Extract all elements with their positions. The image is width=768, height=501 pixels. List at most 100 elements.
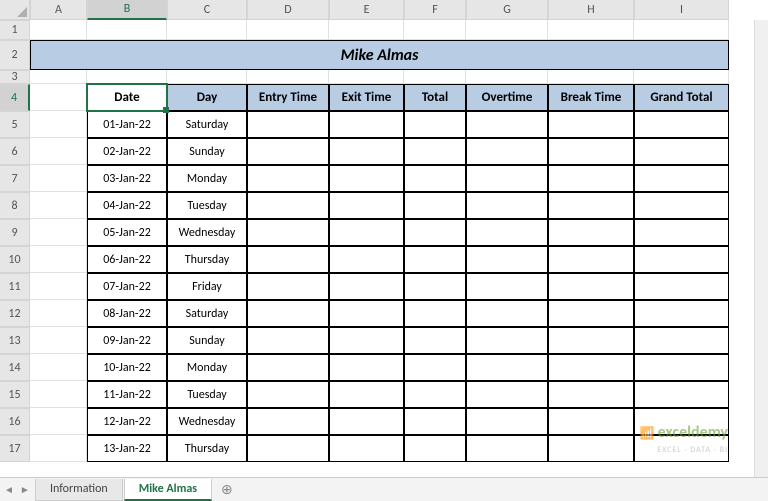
data-cell-H15[interactable]: [548, 381, 634, 408]
data-cell-E9[interactable]: [329, 219, 404, 246]
cell-A12[interactable]: [30, 300, 87, 327]
data-cell-H13[interactable]: [548, 327, 634, 354]
data-cell-F14[interactable]: [404, 354, 466, 381]
data-cell-E17[interactable]: [329, 435, 404, 462]
cell-C1[interactable]: [167, 20, 247, 40]
cell-G3[interactable]: [466, 70, 548, 84]
row-header-9[interactable]: 9: [0, 219, 30, 246]
cell-G1[interactable]: [466, 20, 548, 40]
data-cell-D16[interactable]: [247, 408, 329, 435]
day-cell-9[interactable]: Wednesday: [167, 219, 247, 246]
col-header-D[interactable]: D: [247, 0, 329, 20]
row-header-14[interactable]: 14: [0, 354, 30, 381]
data-cell-G11[interactable]: [466, 273, 548, 300]
data-cell-H7[interactable]: [548, 165, 634, 192]
day-cell-7[interactable]: Monday: [167, 165, 247, 192]
data-cell-H9[interactable]: [548, 219, 634, 246]
spreadsheet-grid[interactable]: ABCDEFGHI12Mike Almas34DateDayEntry Time…: [0, 0, 768, 462]
data-cell-D15[interactable]: [247, 381, 329, 408]
row-header-5[interactable]: 5: [0, 111, 30, 138]
col-header-B[interactable]: B: [87, 0, 167, 20]
row-header-10[interactable]: 10: [0, 246, 30, 273]
data-cell-H5[interactable]: [548, 111, 634, 138]
date-cell-6[interactable]: 02-Jan-22: [87, 138, 167, 165]
cell-A17[interactable]: [30, 435, 87, 462]
data-cell-D6[interactable]: [247, 138, 329, 165]
header-break-time[interactable]: Break Time: [548, 84, 634, 111]
data-cell-F11[interactable]: [404, 273, 466, 300]
cell-A13[interactable]: [30, 327, 87, 354]
row-header-7[interactable]: 7: [0, 165, 30, 192]
data-cell-G6[interactable]: [466, 138, 548, 165]
cell-E3[interactable]: [329, 70, 404, 84]
day-cell-12[interactable]: Saturday: [167, 300, 247, 327]
col-header-F[interactable]: F: [404, 0, 466, 20]
select-all-corner[interactable]: [0, 0, 30, 20]
cell-E1[interactable]: [329, 20, 404, 40]
date-cell-10[interactable]: 06-Jan-22: [87, 246, 167, 273]
cell-A5[interactable]: [30, 111, 87, 138]
data-cell-E16[interactable]: [329, 408, 404, 435]
data-cell-D11[interactable]: [247, 273, 329, 300]
add-sheet-button[interactable]: ⊕: [213, 478, 241, 501]
header-entry-time[interactable]: Entry Time: [247, 84, 329, 111]
data-cell-G15[interactable]: [466, 381, 548, 408]
data-cell-G13[interactable]: [466, 327, 548, 354]
data-cell-H14[interactable]: [548, 354, 634, 381]
data-cell-D12[interactable]: [247, 300, 329, 327]
row-header-6[interactable]: 6: [0, 138, 30, 165]
day-cell-14[interactable]: Monday: [167, 354, 247, 381]
day-cell-10[interactable]: Thursday: [167, 246, 247, 273]
data-cell-G8[interactable]: [466, 192, 548, 219]
data-cell-E8[interactable]: [329, 192, 404, 219]
vertical-scrollbar[interactable]: [754, 20, 768, 477]
col-header-C[interactable]: C: [167, 0, 247, 20]
sheet-tab-information[interactable]: Information: [35, 479, 123, 501]
data-cell-E13[interactable]: [329, 327, 404, 354]
data-cell-G17[interactable]: [466, 435, 548, 462]
cell-H1[interactable]: [548, 20, 634, 40]
data-cell-E5[interactable]: [329, 111, 404, 138]
cell-A10[interactable]: [30, 246, 87, 273]
day-cell-6[interactable]: Sunday: [167, 138, 247, 165]
nav-prev-icon[interactable]: ◄: [4, 483, 14, 496]
row-header-3[interactable]: 3: [0, 70, 30, 84]
date-cell-7[interactable]: 03-Jan-22: [87, 165, 167, 192]
data-cell-H10[interactable]: [548, 246, 634, 273]
cell-H3[interactable]: [548, 70, 634, 84]
cell-B1[interactable]: [87, 20, 167, 40]
data-cell-D17[interactable]: [247, 435, 329, 462]
data-cell-F6[interactable]: [404, 138, 466, 165]
nav-next-icon[interactable]: ►: [20, 483, 30, 496]
data-cell-F17[interactable]: [404, 435, 466, 462]
day-cell-17[interactable]: Thursday: [167, 435, 247, 462]
cell-A16[interactable]: [30, 408, 87, 435]
cell-A6[interactable]: [30, 138, 87, 165]
day-cell-13[interactable]: Sunday: [167, 327, 247, 354]
row-header-16[interactable]: 16: [0, 408, 30, 435]
tab-nav-arrows[interactable]: ◄ ►: [4, 483, 30, 496]
cell-A7[interactable]: [30, 165, 87, 192]
date-cell-17[interactable]: 13-Jan-22: [87, 435, 167, 462]
data-cell-F10[interactable]: [404, 246, 466, 273]
cell-A1[interactable]: [30, 20, 87, 40]
data-cell-D8[interactable]: [247, 192, 329, 219]
data-cell-I10[interactable]: [634, 246, 729, 273]
cell-F3[interactable]: [404, 70, 466, 84]
cell-A9[interactable]: [30, 219, 87, 246]
row-header-2[interactable]: 2: [0, 40, 30, 70]
data-cell-G16[interactable]: [466, 408, 548, 435]
row-header-11[interactable]: 11: [0, 273, 30, 300]
header-grand-total[interactable]: Grand Total: [634, 84, 729, 111]
col-header-A[interactable]: A: [30, 0, 87, 20]
data-cell-F7[interactable]: [404, 165, 466, 192]
col-header-E[interactable]: E: [329, 0, 404, 20]
cell-A15[interactable]: [30, 381, 87, 408]
data-cell-I13[interactable]: [634, 327, 729, 354]
data-cell-F9[interactable]: [404, 219, 466, 246]
data-cell-G9[interactable]: [466, 219, 548, 246]
header-overtime[interactable]: Overtime: [466, 84, 548, 111]
data-cell-G10[interactable]: [466, 246, 548, 273]
cell-D3[interactable]: [247, 70, 329, 84]
data-cell-F5[interactable]: [404, 111, 466, 138]
